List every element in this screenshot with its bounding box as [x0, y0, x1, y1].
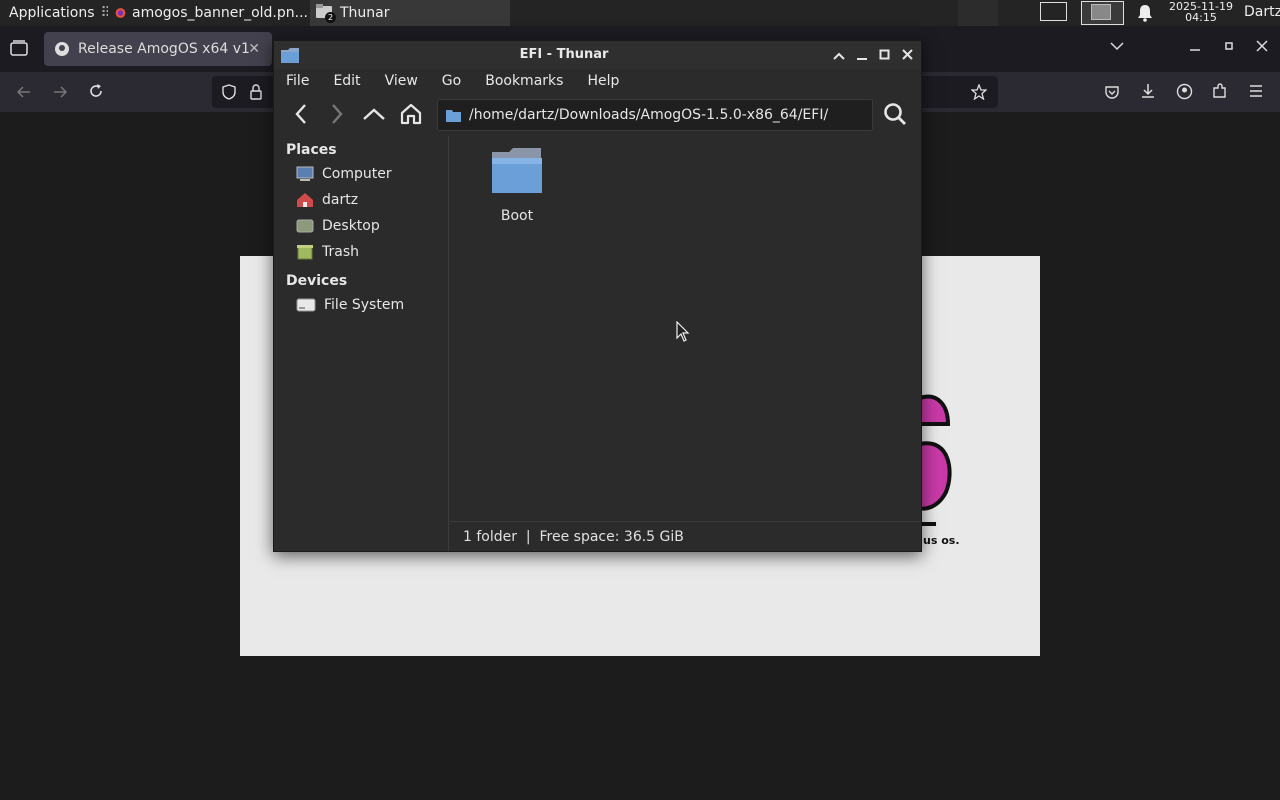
clock[interactable]: 2025-11-19 04:15 [1162, 1, 1240, 23]
applications-label: Applications [9, 5, 95, 21]
sidebar-item-dartz[interactable]: dartz [296, 192, 358, 208]
location-bar[interactable]: /home/dartz/Downloads/AmogOS-1.5.0-x86_6… [437, 99, 873, 131]
tab-close-icon[interactable]: ✕ [248, 41, 260, 57]
icon-view[interactable]: Boot [450, 136, 918, 521]
menu-go[interactable]: Go [430, 69, 473, 93]
github-icon [55, 42, 69, 56]
lock-icon[interactable] [250, 84, 262, 104]
task-label: amogos_banner_old.pn... [131, 5, 308, 21]
sidebar-item-label: Desktop [322, 218, 380, 234]
task-firefox-banner[interactable]: amogos_banner_old.pn... [110, 0, 308, 26]
menu-bar: File Edit View Go Bookmarks Help [274, 69, 921, 93]
back-arrow-icon[interactable] [16, 84, 32, 104]
sidebar-item-label: Trash [322, 244, 359, 260]
downloads-icon[interactable] [1140, 83, 1156, 103]
menu-file[interactable]: File [274, 69, 321, 93]
panel-spacer [958, 0, 998, 26]
menu-help[interactable]: Help [575, 69, 631, 93]
menu-bookmarks[interactable]: Bookmarks [473, 69, 575, 93]
thunar-toolbar: /home/dartz/Downloads/AmogOS-1.5.0-x86_6… [274, 95, 921, 135]
thunar-window: EFI - Thunar File Edit View Go Bookmarks… [273, 40, 922, 552]
hamburger-menu-icon[interactable] [1249, 84, 1263, 102]
sidebar-item-computer[interactable]: Computer [296, 166, 392, 182]
thunar-titlebar[interactable]: EFI - Thunar [274, 41, 921, 69]
window-minimize-icon[interactable] [856, 50, 868, 65]
forward-button[interactable] [322, 99, 352, 129]
home-icon [400, 103, 422, 125]
thunar-task-icon: 2 [316, 4, 336, 23]
notification-bell-icon[interactable] [1137, 4, 1153, 26]
sidebar-item-desktop[interactable]: Desktop [296, 218, 380, 234]
status-text: 1 folder | Free space: 36.5 GiB [463, 528, 684, 545]
reload-icon[interactable] [88, 83, 104, 103]
sidebar-item-label: dartz [322, 192, 359, 208]
trash-icon [297, 245, 313, 260]
parent-folder-button[interactable] [359, 99, 389, 129]
task-label: Thunar [340, 5, 390, 21]
account-icon[interactable] [1176, 83, 1193, 104]
desktop-icon [296, 219, 314, 233]
file-item-boot[interactable]: Boot [476, 146, 558, 224]
chevron-left-icon [295, 104, 306, 124]
chevron-right-icon [332, 104, 343, 124]
user-name[interactable]: Dartz [1244, 4, 1280, 20]
drive-icon [296, 298, 316, 312]
sidebar-item-file-system[interactable]: File System [296, 297, 404, 313]
applications-menu-button[interactable]: Applications ⠿ [0, 0, 108, 26]
sidebar-item-trash[interactable]: Trash [296, 244, 359, 260]
places-heading: Places [286, 142, 337, 158]
panel-separator: ⠿ [100, 5, 108, 21]
home-folder-icon [297, 193, 313, 207]
side-pane: Places Computer dartz Desktop Trash Devi… [274, 136, 449, 551]
list-all-tabs-chevron-icon[interactable] [1110, 40, 1124, 55]
search-button[interactable] [880, 99, 910, 129]
location-path: /home/dartz/Downloads/AmogOS-1.5.0-x86_6… [469, 107, 829, 123]
status-bar: 1 folder | Free space: 36.5 GiB [450, 521, 921, 551]
firefox-tab-github[interactable]: Release AmogOS x64 v1 ✕ [44, 32, 272, 66]
folder-icon [446, 109, 461, 122]
window-maximize-icon[interactable] [879, 49, 890, 64]
banner-caption: us os. [923, 534, 960, 547]
window-close-icon[interactable] [1256, 40, 1268, 56]
back-button[interactable] [286, 99, 316, 129]
folder-icon [492, 148, 542, 193]
devices-heading: Devices [286, 273, 348, 289]
window-minimize-icon[interactable] [1189, 40, 1201, 56]
firefox-icon [115, 8, 126, 18]
clock-time: 04:15 [1185, 11, 1217, 24]
window-close-icon[interactable] [902, 49, 913, 64]
window-restore-icon[interactable] [1223, 40, 1235, 56]
workspace-1[interactable] [1040, 2, 1067, 21]
tab-title: Release AmogOS x64 v1 [78, 41, 250, 57]
sidebar-item-label: Computer [322, 166, 392, 182]
extensions-icon[interactable] [1212, 83, 1228, 103]
file-label: Boot [500, 208, 534, 224]
sidebar-item-label: File System [324, 297, 405, 313]
search-icon [884, 103, 906, 125]
menu-edit[interactable]: Edit [321, 69, 372, 93]
menu-view[interactable]: View [373, 69, 430, 93]
top-panel: Applications ⠿ amogos_banner_old.pn... 2… [0, 0, 1280, 26]
task-thunar[interactable]: 2 Thunar [310, 0, 510, 26]
shield-icon[interactable] [222, 84, 236, 104]
window-shade-icon[interactable] [833, 50, 845, 65]
forward-arrow-icon[interactable] [52, 84, 68, 104]
workspace-window-preview [1091, 4, 1111, 20]
bookmark-star-icon[interactable] [970, 83, 988, 104]
workspace-2[interactable] [1081, 1, 1124, 25]
task-count-badge: 2 [325, 12, 336, 23]
computer-icon [296, 166, 314, 181]
pocket-icon[interactable] [1104, 84, 1120, 104]
chevron-up-icon [363, 108, 385, 120]
home-button[interactable] [396, 99, 426, 129]
firefox-view-icon[interactable] [10, 40, 28, 60]
window-title: EFI - Thunar [519, 47, 609, 62]
mouse-cursor-icon [676, 321, 690, 342]
